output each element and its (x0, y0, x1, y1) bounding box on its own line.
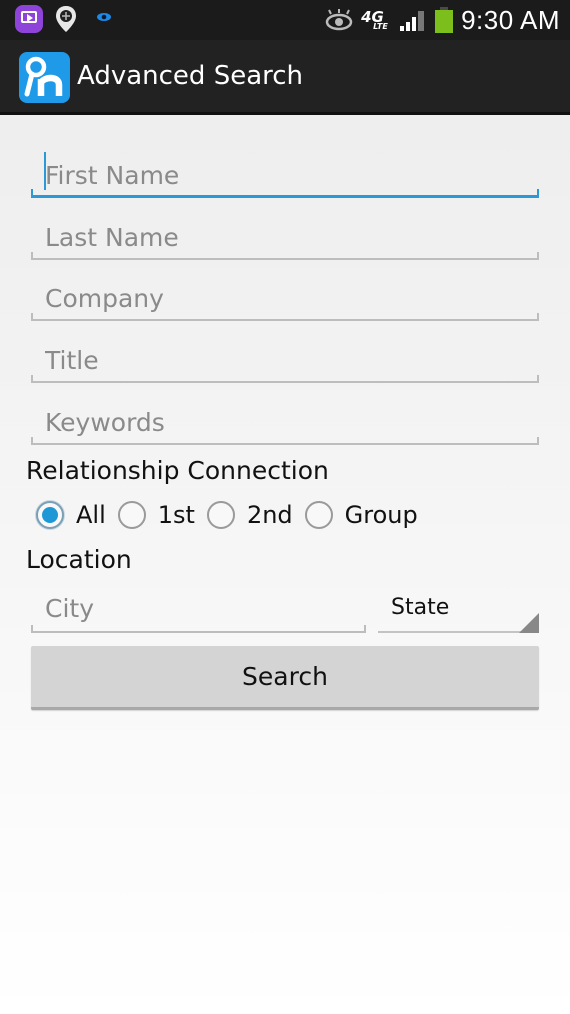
radio-1st[interactable]: 1st (117, 501, 195, 529)
radio-button-checked[interactable] (36, 501, 64, 529)
last-name-field[interactable] (31, 210, 539, 260)
eye-icon (97, 13, 111, 21)
company-field[interactable] (31, 271, 539, 321)
4g-lte-icon: 4G LTE (361, 8, 388, 31)
radio-group[interactable]: Group (304, 501, 418, 529)
state-dropdown[interactable]: State (378, 583, 539, 633)
radio-button[interactable] (117, 501, 146, 529)
radio-all[interactable]: All (36, 501, 106, 529)
page-title: Advanced Search (77, 61, 304, 91)
clock: 9:30 AM (461, 4, 560, 35)
relationship-radio-group: All 1st 2nd Group (36, 498, 430, 532)
keywords-field[interactable] (31, 395, 539, 445)
state-dropdown-value: State (391, 595, 450, 620)
relationship-label: Relationship Connection (26, 456, 329, 485)
title-field[interactable] (31, 333, 539, 383)
battery-icon (435, 7, 454, 33)
signal-icon (400, 11, 425, 31)
dropdown-arrow-icon (519, 613, 539, 633)
location-label: Location (26, 545, 132, 574)
video-app-icon (15, 5, 43, 33)
radio-button[interactable] (304, 501, 333, 529)
text-cursor (44, 152, 46, 190)
search-button[interactable]: Search (31, 646, 539, 710)
location-pin-icon (56, 6, 76, 32)
status-bar: 4G LTE 9:30 AM (0, 0, 570, 40)
first-name-field[interactable] (31, 148, 539, 198)
smart-stay-eye-icon (325, 9, 353, 31)
city-field[interactable] (31, 583, 366, 633)
app-logo-icon[interactable] (19, 52, 70, 103)
radio-2nd[interactable]: 2nd (206, 501, 293, 529)
action-bar: Advanced Search (0, 40, 570, 115)
radio-button[interactable] (206, 501, 235, 529)
